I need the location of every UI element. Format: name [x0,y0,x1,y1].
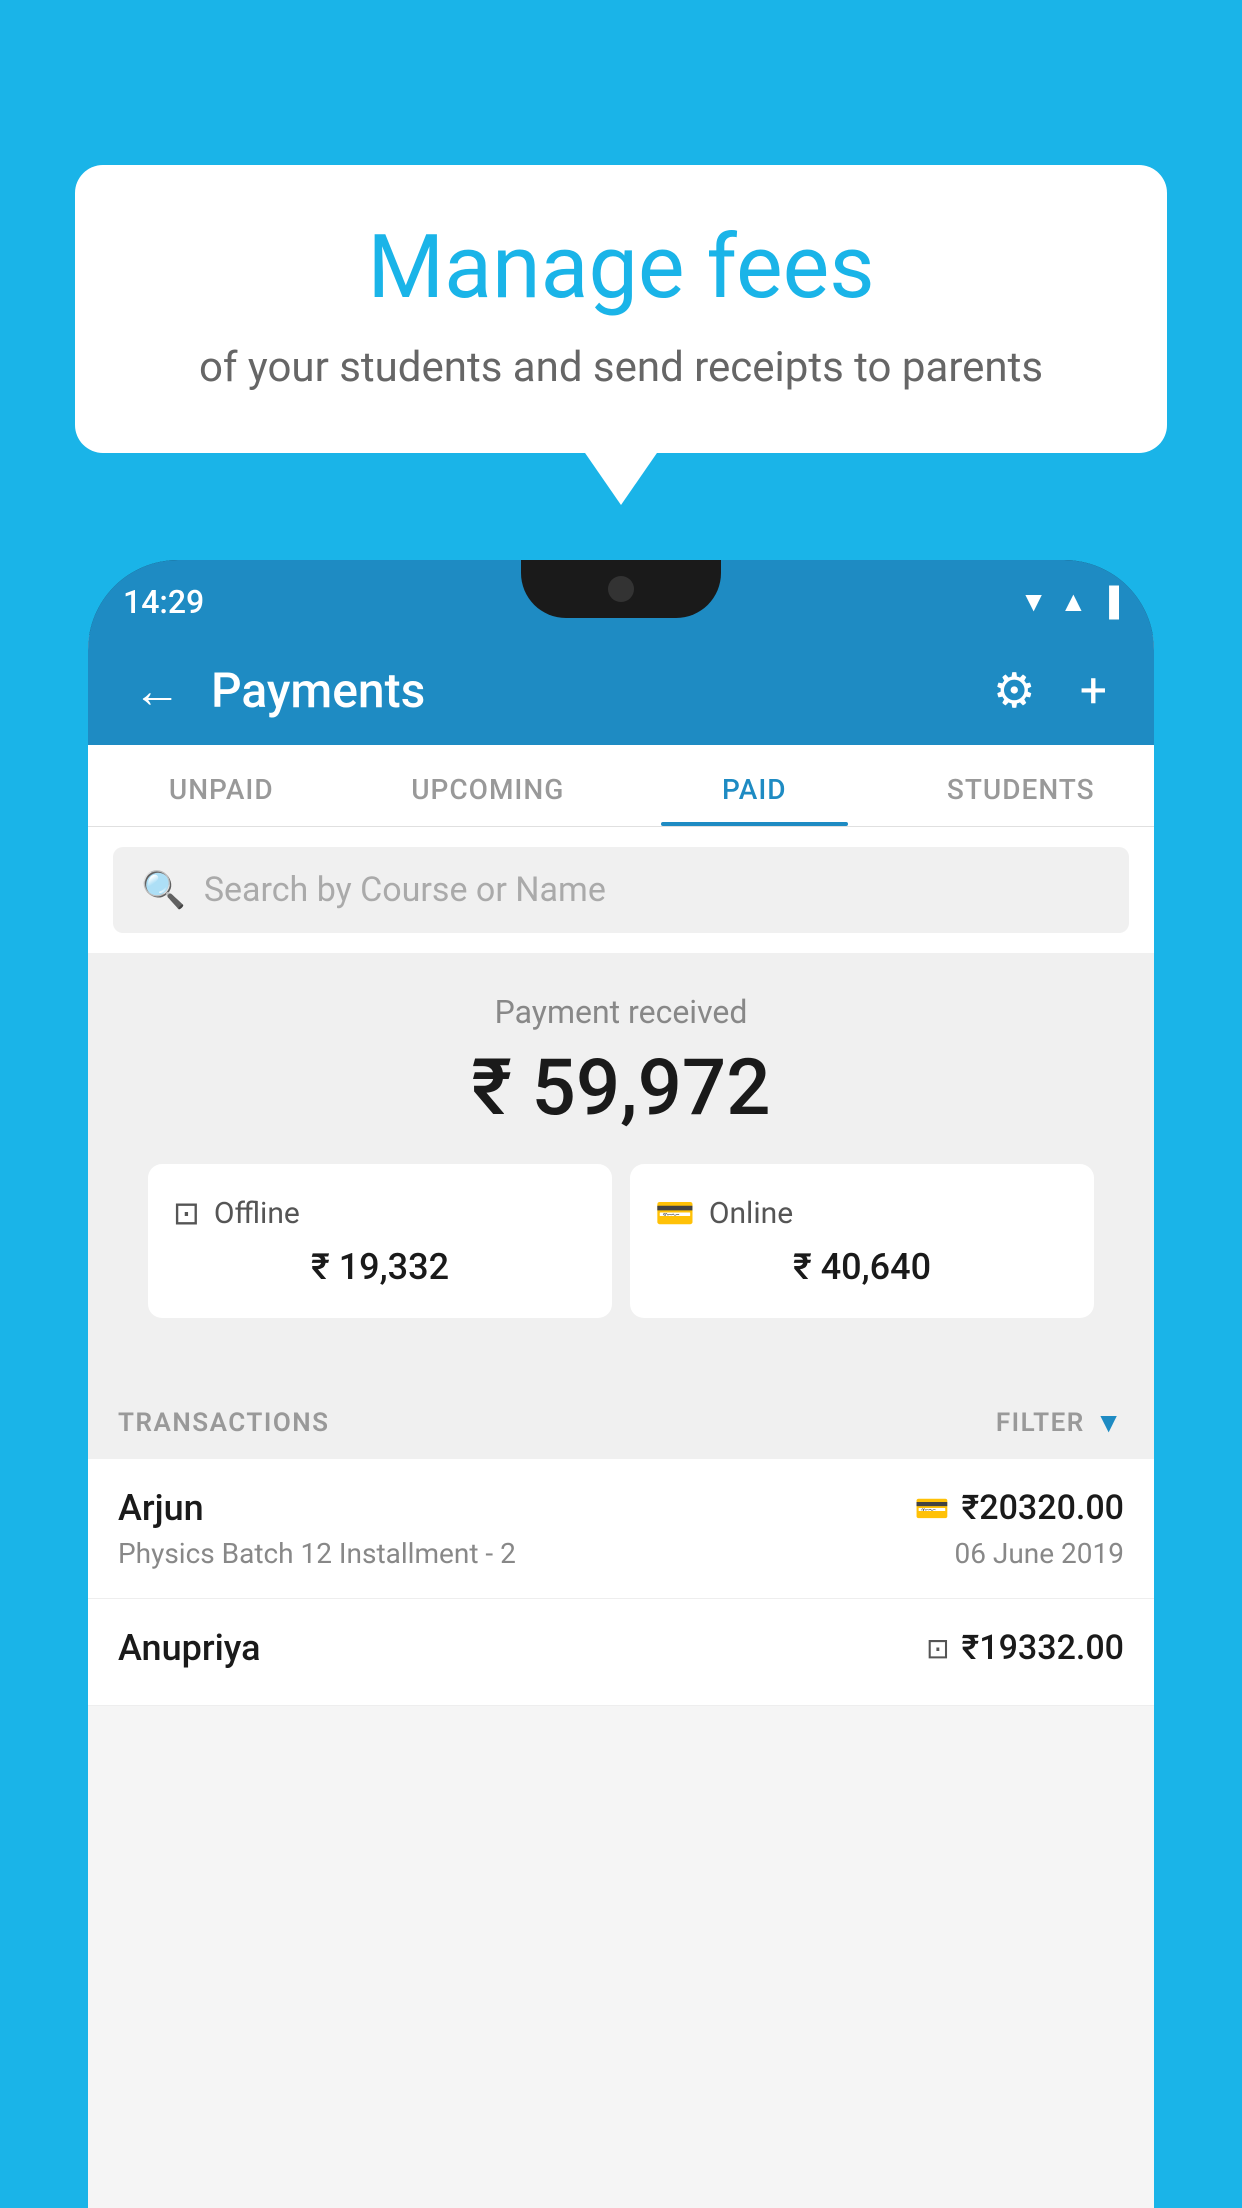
transaction-row-bottom: Physics Batch 12 Installment - 2 06 June… [118,1537,1124,1570]
table-row[interactable]: Anupriya ⊡ ₹19332.00 [88,1599,1154,1706]
online-icon: 💳 [655,1194,695,1232]
search-input[interactable]: Search by Course or Name [204,870,606,910]
battery-icon: ▐ [1099,585,1119,618]
tab-students[interactable]: STUDENTS [888,745,1155,826]
transactions-label: TRANSACTIONS [118,1408,330,1438]
online-card-header: 💳 Online [655,1194,1069,1232]
table-row[interactable]: Arjun 💳 ₹20320.00 Physics Batch 12 Insta… [88,1459,1154,1599]
speech-bubble: Manage fees of your students and send re… [75,165,1167,453]
cards-row: ⊡ Offline ₹ 19,332 💳 Online ₹ 40,640 [118,1164,1124,1348]
transaction-list: Arjun 💳 ₹20320.00 Physics Batch 12 Insta… [88,1459,1154,1706]
amount-row: ⊡ ₹19332.00 [926,1628,1124,1668]
offline-label: Offline [214,1196,300,1231]
tab-upcoming[interactable]: UPCOMING [355,745,622,826]
total-amount: ₹ 59,972 [118,1043,1124,1134]
status-icons: ▼ ▲ ▐ [1020,585,1119,618]
filter-button[interactable]: FILTER ▼ [996,1406,1124,1439]
student-name: Arjun [118,1487,204,1529]
payment-received-label: Payment received [118,993,1124,1031]
bubble-subtitle: of your students and send receipts to pa… [135,339,1107,398]
student-name: Anupriya [118,1627,261,1669]
transaction-row-top: Anupriya ⊡ ₹19332.00 [118,1627,1124,1669]
offline-card: ⊡ Offline ₹ 19,332 [148,1164,612,1318]
tab-paid[interactable]: PAID [621,745,888,826]
summary-section: Payment received ₹ 59,972 ⊡ Offline ₹ 19… [88,953,1154,1378]
tabs: UNPAID UPCOMING PAID STUDENTS [88,745,1154,827]
search-bar[interactable]: 🔍 Search by Course or Name [113,847,1129,933]
search-icon: 🔍 [141,869,186,911]
amount-row: 💳 ₹20320.00 [915,1488,1124,1528]
transaction-row-top: Arjun 💳 ₹20320.00 [118,1487,1124,1529]
filter-label: FILTER [996,1408,1085,1438]
date-info: 06 June 2019 [954,1537,1124,1570]
transactions-header: TRANSACTIONS FILTER ▼ [88,1378,1154,1459]
offline-card-header: ⊡ Offline [173,1194,587,1232]
filter-icon: ▼ [1095,1406,1124,1439]
phone-camera [608,576,634,602]
transaction-amount: ₹19332.00 [962,1628,1124,1668]
top-bar: ← Payments ⚙ + [88,635,1154,745]
cash-payment-icon: ⊡ [926,1632,949,1665]
offline-icon: ⊡ [173,1194,200,1232]
offline-amount: ₹ 19,332 [173,1246,587,1288]
tab-unpaid[interactable]: UNPAID [88,745,355,826]
status-time: 14:29 [123,583,204,621]
online-card: 💳 Online ₹ 40,640 [630,1164,1094,1318]
settings-button[interactable]: ⚙ [981,654,1048,727]
online-label: Online [709,1196,793,1231]
page-title: Payments [211,662,961,719]
wifi-icon: ▼ [1020,585,1048,618]
phone-frame: 14:29 ▼ ▲ ▐ ← Payments ⚙ + UNPAID UPCOMI… [88,560,1154,2208]
card-payment-icon: 💳 [915,1492,950,1525]
course-info: Physics Batch 12 Installment - 2 [118,1537,516,1570]
back-button[interactable]: ← [123,652,191,729]
transaction-amount: ₹20320.00 [962,1488,1124,1528]
online-amount: ₹ 40,640 [655,1246,1069,1288]
add-button[interactable]: + [1068,654,1119,727]
search-container: 🔍 Search by Course or Name [88,827,1154,953]
phone-notch [521,560,721,618]
bubble-title: Manage fees [135,220,1107,317]
app-content: ← Payments ⚙ + UNPAID UPCOMING PAID STUD… [88,635,1154,2208]
signal-icon: ▲ [1059,585,1087,618]
